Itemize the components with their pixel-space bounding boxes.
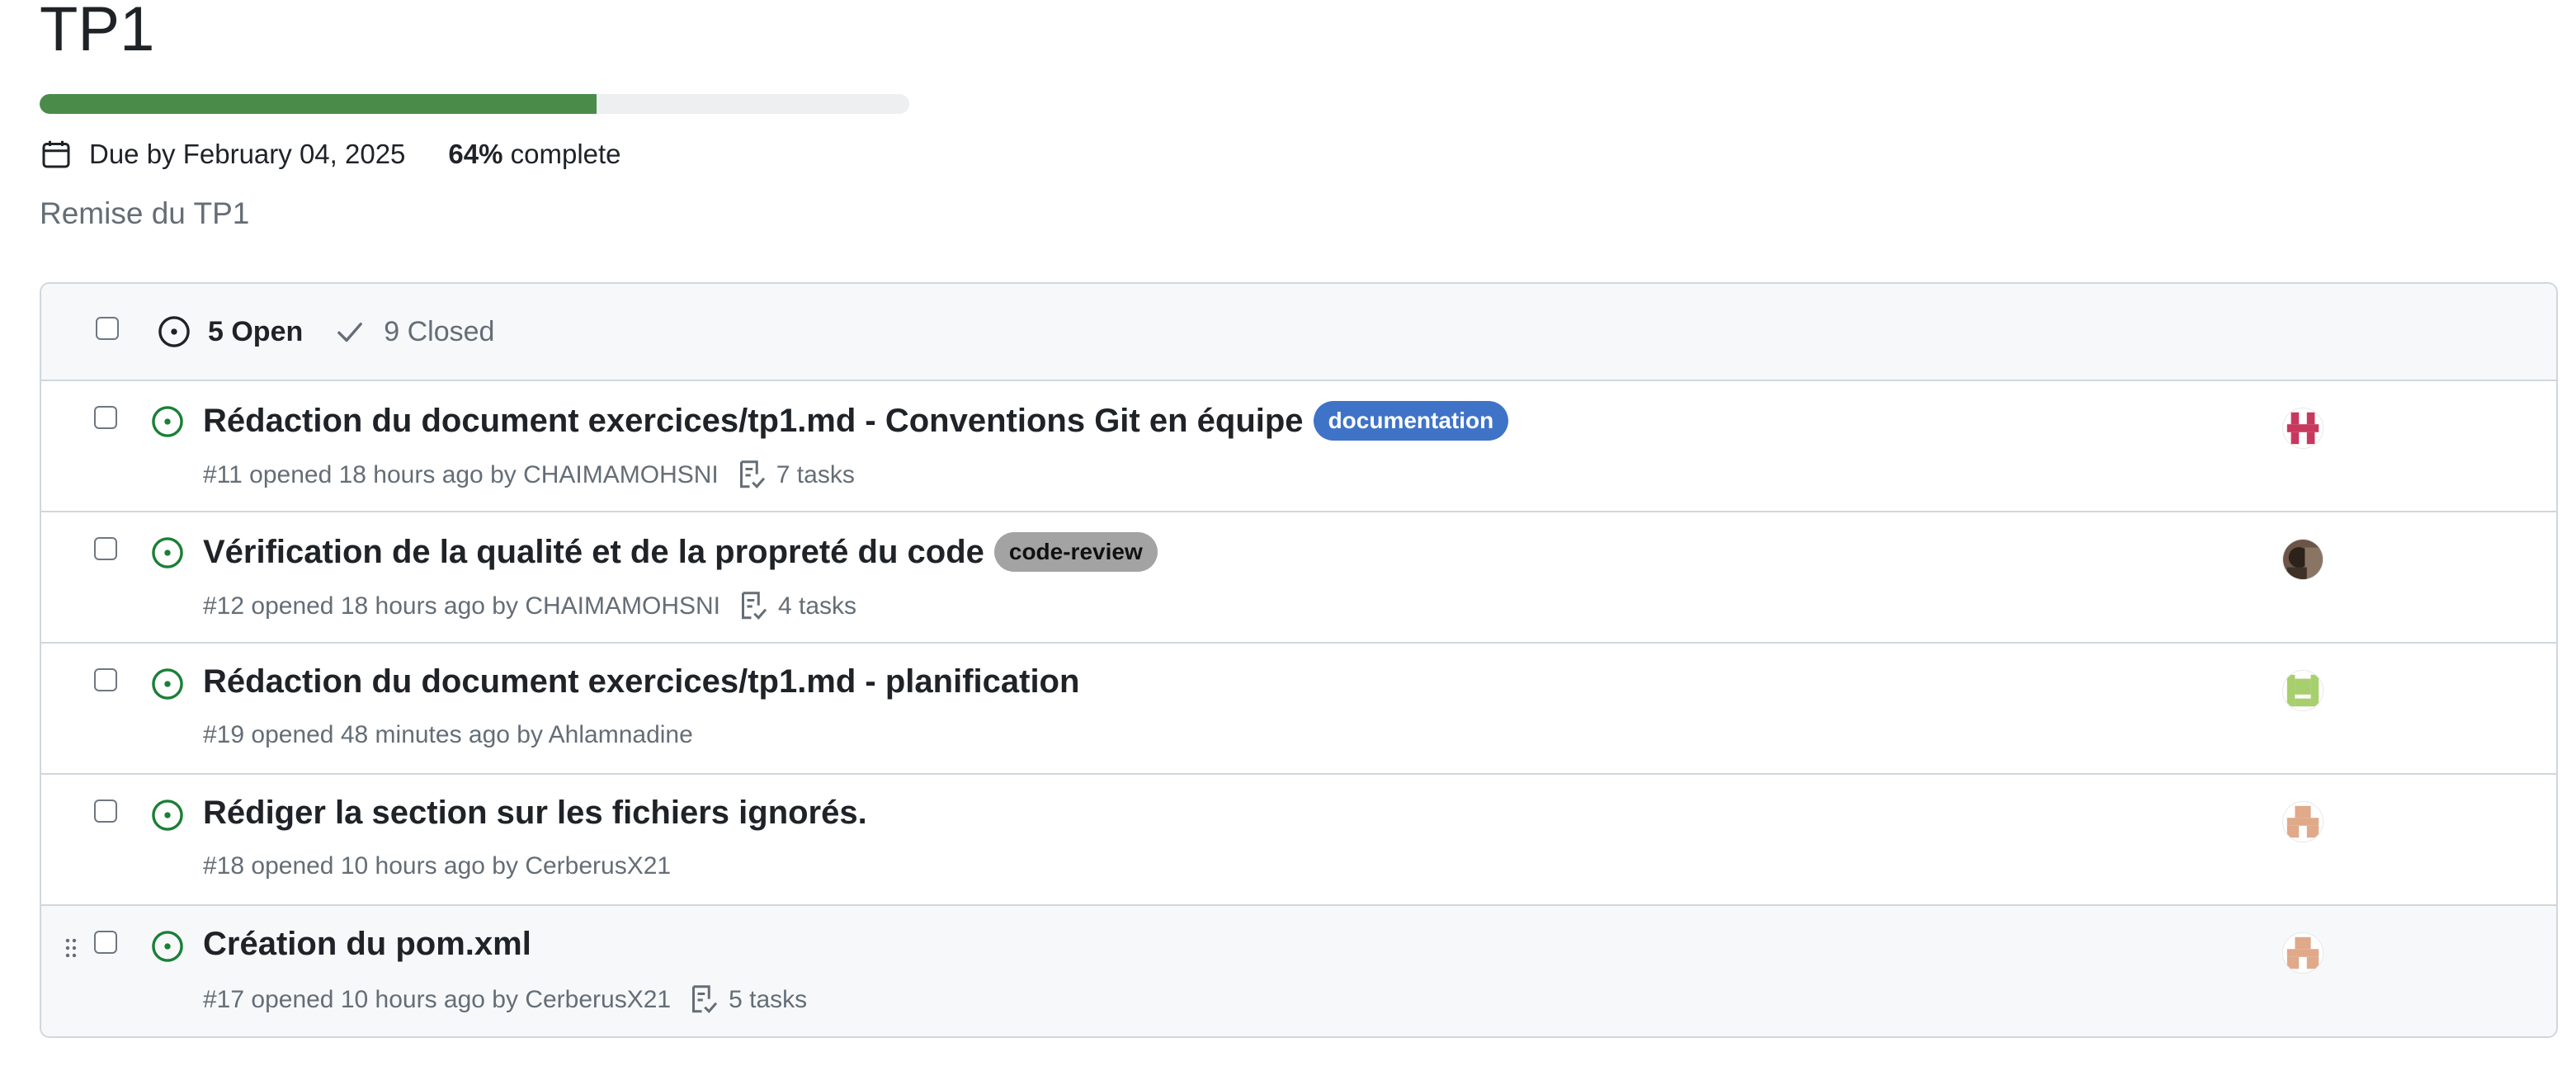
issue-title-link[interactable]: Rédiger la section sur les fichiers igno… bbox=[203, 795, 867, 832]
issue-opened-icon bbox=[152, 668, 183, 700]
issue-title-link[interactable]: Rédaction du document exercices/tp1.md -… bbox=[203, 403, 1304, 440]
task-progress[interactable]: 7 tasks bbox=[735, 459, 855, 492]
issue-row: Rédaction du document exercices/tp1.md -… bbox=[41, 381, 2556, 512]
issue-opened-info: #19 opened 48 minutes ago by Ahlamnadine bbox=[203, 721, 693, 748]
label-code-review[interactable]: code-review bbox=[993, 532, 1158, 572]
issue-opened-icon bbox=[152, 406, 183, 437]
issue-meta: #19 opened 48 minutes ago by Ahlamnadine bbox=[203, 721, 693, 749]
task-count: 4 tasks bbox=[778, 592, 857, 620]
issue-row: Rédaction du document exercices/tp1.md -… bbox=[41, 644, 2556, 775]
assignee-avatar[interactable] bbox=[2282, 408, 2324, 449]
issue-title-link[interactable]: Rédaction du document exercices/tp1.md -… bbox=[203, 663, 1079, 700]
select-all-checkbox[interactable] bbox=[96, 317, 119, 340]
issue-row: Création du pom.xml #17 opened 10 hours … bbox=[41, 906, 2556, 1036]
completion-suffix: complete bbox=[502, 139, 621, 169]
open-issues-label: 5 Open bbox=[208, 315, 304, 347]
issue-meta: #18 opened 10 hours ago by CerberusX21 bbox=[203, 852, 671, 880]
issue-title-link[interactable]: Vérification de la qualité et de la prop… bbox=[203, 534, 984, 571]
due-date: Due by February 04, 2025 bbox=[89, 139, 406, 169]
issue-checkbox[interactable] bbox=[94, 931, 117, 954]
issue-opened-info: #17 opened 10 hours ago by CerberusX21 bbox=[203, 986, 672, 1013]
issue-row: Rédiger la section sur les fichiers igno… bbox=[41, 775, 2556, 906]
assignee-avatar[interactable] bbox=[2282, 932, 2324, 974]
check-icon bbox=[333, 314, 367, 349]
issues-list: 5 Open 9 Closed Rédaction du document ex… bbox=[40, 282, 2558, 1038]
open-issues-tab[interactable]: 5 Open bbox=[157, 314, 303, 349]
issue-opened-icon bbox=[152, 800, 183, 831]
issue-opened-icon bbox=[157, 314, 191, 349]
progress-bar-fill bbox=[40, 94, 597, 114]
label-documentation[interactable]: documentation bbox=[1313, 401, 1509, 441]
issue-title-line: Rédaction du document exercices/tp1.md -… bbox=[203, 401, 1509, 441]
issue-opened-info: #12 opened 18 hours ago by CHAIMAMOHSNI bbox=[203, 592, 720, 620]
grabber-icon[interactable] bbox=[63, 937, 79, 959]
issue-title-line: Rédaction du document exercices/tp1.md -… bbox=[203, 663, 1079, 700]
calendar-icon bbox=[40, 138, 73, 171]
issue-checkbox[interactable] bbox=[94, 668, 117, 691]
issue-meta: #17 opened 10 hours ago by CerberusX21 5… bbox=[203, 983, 807, 1016]
milestone-page: TP1 Due by February 04, 2025 64% complet… bbox=[0, 0, 2576, 1066]
closed-issues-label: 9 Closed bbox=[384, 315, 495, 347]
assignee-avatar[interactable] bbox=[2282, 801, 2324, 842]
milestone-progress-bar bbox=[40, 94, 909, 114]
issue-row: Vérification de la qualité et de la prop… bbox=[41, 512, 2556, 644]
milestone-meta: Due by February 04, 2025 64% complete bbox=[40, 134, 621, 175]
tasklist-icon bbox=[735, 459, 768, 492]
tasklist-icon bbox=[737, 590, 770, 623]
issue-opened-info: #11 opened 18 hours ago by CHAIMAMOHSNI bbox=[203, 461, 719, 488]
tasklist-icon bbox=[687, 983, 720, 1016]
issue-meta: #11 opened 18 hours ago by CHAIMAMOHSNI … bbox=[203, 459, 855, 492]
issue-title-line: Création du pom.xml bbox=[203, 926, 531, 963]
issues-list-header: 5 Open 9 Closed bbox=[41, 284, 2556, 381]
completion-status: 64% complete bbox=[448, 139, 620, 170]
assignee-avatar[interactable] bbox=[2282, 670, 2324, 711]
assignee-avatar[interactable] bbox=[2282, 539, 2324, 580]
task-progress[interactable]: 4 tasks bbox=[737, 590, 856, 623]
milestone-title: TP1 bbox=[40, 0, 155, 64]
issue-title-line: Vérification de la qualité et de la prop… bbox=[203, 532, 1158, 572]
issue-checkbox[interactable] bbox=[94, 537, 117, 560]
issue-checkbox[interactable] bbox=[94, 406, 117, 429]
task-count: 7 tasks bbox=[776, 461, 855, 488]
closed-issues-tab[interactable]: 9 Closed bbox=[333, 314, 494, 349]
task-count: 5 tasks bbox=[729, 986, 808, 1013]
issue-title-link[interactable]: Création du pom.xml bbox=[203, 926, 531, 963]
issue-meta: #12 opened 18 hours ago by CHAIMAMOHSNI … bbox=[203, 590, 856, 623]
task-progress[interactable]: 5 tasks bbox=[687, 983, 807, 1016]
issue-opened-info: #18 opened 10 hours ago by CerberusX21 bbox=[203, 852, 672, 880]
issue-opened-icon bbox=[152, 931, 183, 962]
completion-percent: 64% bbox=[448, 139, 503, 169]
issue-title-line: Rédiger la section sur les fichiers igno… bbox=[203, 795, 867, 832]
milestone-description: Remise du TP1 bbox=[40, 196, 250, 230]
issue-checkbox[interactable] bbox=[94, 800, 117, 823]
issue-opened-icon bbox=[152, 537, 183, 568]
